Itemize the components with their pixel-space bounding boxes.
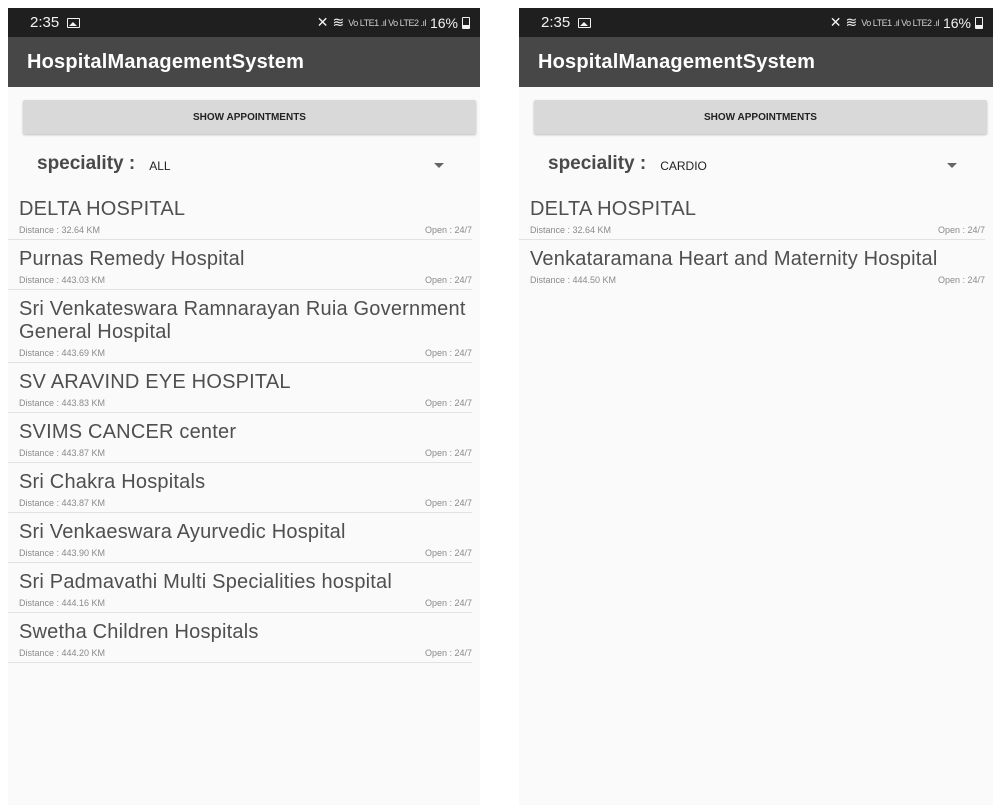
app-bar: HospitalManagementSystem [519,37,993,87]
phone-screen-left: 2:35 ✕ ≋ Vo LTE1 .ıl Vo LTE2 .ıl 16% Hos… [8,8,480,805]
wifi-icon: ≋ [845,14,858,30]
battery-icon [975,16,983,29]
app-title: HospitalManagementSystem [538,50,816,73]
hospital-list-item[interactable]: Sri Venkaeswara Ayurvedic Hospital Dista… [8,513,472,563]
speciality-label: speciality : [548,153,647,174]
hospital-open-hours: Open : 24/7 [424,498,472,508]
speciality-value: CARDIO [660,158,707,173]
hospital-name: Sri Chakra Hospitals [19,471,206,493]
status-bar: 2:35 ✕ ≋ Vo LTE1 .ıl Vo LTE2 .ıl 16% [519,8,993,37]
battery-icon [462,16,470,29]
hospital-open-hours: Open : 24/7 [424,448,472,458]
hospital-list: DELTA HOSPITAL Distance : 32.64 KM Open :… [8,190,480,663]
hospital-distance: Distance : 443.03 KM [19,275,106,285]
speciality-dropdown[interactable]: speciality : ALL [8,140,480,188]
hospital-name: Sri Venkaeswara Ayurvedic Hospital [19,521,346,543]
hospital-list-item[interactable]: SVIMS CANCER center Distance : 443.87 KM… [8,413,472,463]
hospital-list: DELTA HOSPITAL Distance : 32.64 KM Open :… [519,190,993,289]
image-notification-icon [578,17,592,28]
hospital-open-hours: Open : 24/7 [424,275,472,285]
show-appointments-button[interactable]: SHOW APPOINTMENTS [23,100,476,134]
image-notification-icon [67,17,81,28]
hospital-name: Sri Padmavathi Multi Specialities hospit… [19,571,393,593]
dropdown-arrow-icon [947,163,957,168]
hospital-open-hours: Open : 24/7 [424,225,472,235]
network-signal: Vo LTE1 .ıl Vo LTE2 .ıl [861,17,939,28]
hospital-name: SVIMS CANCER center [19,421,237,443]
hospital-distance: Distance : 444.16 KM [19,598,106,608]
hospital-name: DELTA HOSPITAL [19,198,186,220]
hospital-name: Venkataramana Heart and Maternity Hospit… [530,248,938,270]
phone-screen-right: 2:35 ✕ ≋ Vo LTE1 .ıl Vo LTE2 .ıl 16% Hos… [519,8,993,805]
battery-level: 16% [942,14,971,31]
hospital-open-hours: Open : 24/7 [937,225,985,235]
hospital-distance: Distance : 443.87 KM [19,498,106,508]
hospital-open-hours: Open : 24/7 [424,348,472,358]
hospital-list-item[interactable]: DELTA HOSPITAL Distance : 32.64 KM Open :… [8,190,472,240]
hospital-list-item[interactable]: Swetha Children Hospitals Distance : 444… [8,613,472,663]
hospital-list-item[interactable]: Purnas Remedy Hospital Distance : 443.03… [8,240,472,290]
speciality-label: speciality : [37,153,136,174]
hospital-distance: Distance : 443.69 KM [19,348,106,358]
hospital-name: Swetha Children Hospitals [19,621,259,643]
hospital-open-hours: Open : 24/7 [937,275,985,285]
mute-icon: ✕ [316,14,329,30]
hospital-name: DELTA HOSPITAL [530,198,697,220]
mute-icon: ✕ [829,14,842,30]
status-time: 2:35 [541,14,571,31]
hospital-open-hours: Open : 24/7 [424,648,472,658]
speciality-dropdown[interactable]: speciality : CARDIO [519,140,993,188]
speciality-value: ALL [149,158,171,173]
dropdown-arrow-icon [434,163,444,168]
network-signal: Vo LTE1 .ıl Vo LTE2 .ıl [348,17,426,28]
app-title: HospitalManagementSystem [27,50,305,73]
hospital-open-hours: Open : 24/7 [424,398,472,408]
hospital-list-item[interactable]: Sri Chakra Hospitals Distance : 443.87 K… [8,463,472,513]
hospital-distance: Distance : 443.90 KM [19,548,106,558]
hospital-list-item[interactable]: Sri Padmavathi Multi Specialities hospit… [8,563,472,613]
hospital-list-item[interactable]: DELTA HOSPITAL Distance : 32.64 KM Open :… [519,190,985,240]
hospital-open-hours: Open : 24/7 [424,548,472,558]
hospital-distance: Distance : 443.87 KM [19,448,106,458]
hospital-distance: Distance : 32.64 KM [530,225,612,235]
hospital-name: Purnas Remedy Hospital [19,248,245,270]
hospital-name: SV ARAVIND EYE HOSPITAL [19,371,291,393]
wifi-icon: ≋ [332,14,345,30]
hospital-name: Sri Venkateswara Ramnarayan Ruia Governm… [19,298,466,343]
hospital-distance: Distance : 444.50 KM [530,275,617,285]
hospital-distance: Distance : 443.83 KM [19,398,106,408]
hospital-list-item[interactable]: Sri Venkateswara Ramnarayan Ruia Governm… [8,290,472,363]
status-time: 2:35 [30,14,60,31]
show-appointments-button[interactable]: SHOW APPOINTMENTS [534,100,987,134]
status-bar: 2:35 ✕ ≋ Vo LTE1 .ıl Vo LTE2 .ıl 16% [8,8,480,37]
app-bar: HospitalManagementSystem [8,37,480,87]
hospital-list-item[interactable]: Venkataramana Heart and Maternity Hospit… [519,240,985,289]
hospital-open-hours: Open : 24/7 [424,598,472,608]
battery-level: 16% [429,14,458,31]
hospital-distance: Distance : 444.20 KM [19,648,106,658]
hospital-list-item[interactable]: SV ARAVIND EYE HOSPITAL Distance : 443.8… [8,363,472,413]
hospital-distance: Distance : 32.64 KM [19,225,101,235]
